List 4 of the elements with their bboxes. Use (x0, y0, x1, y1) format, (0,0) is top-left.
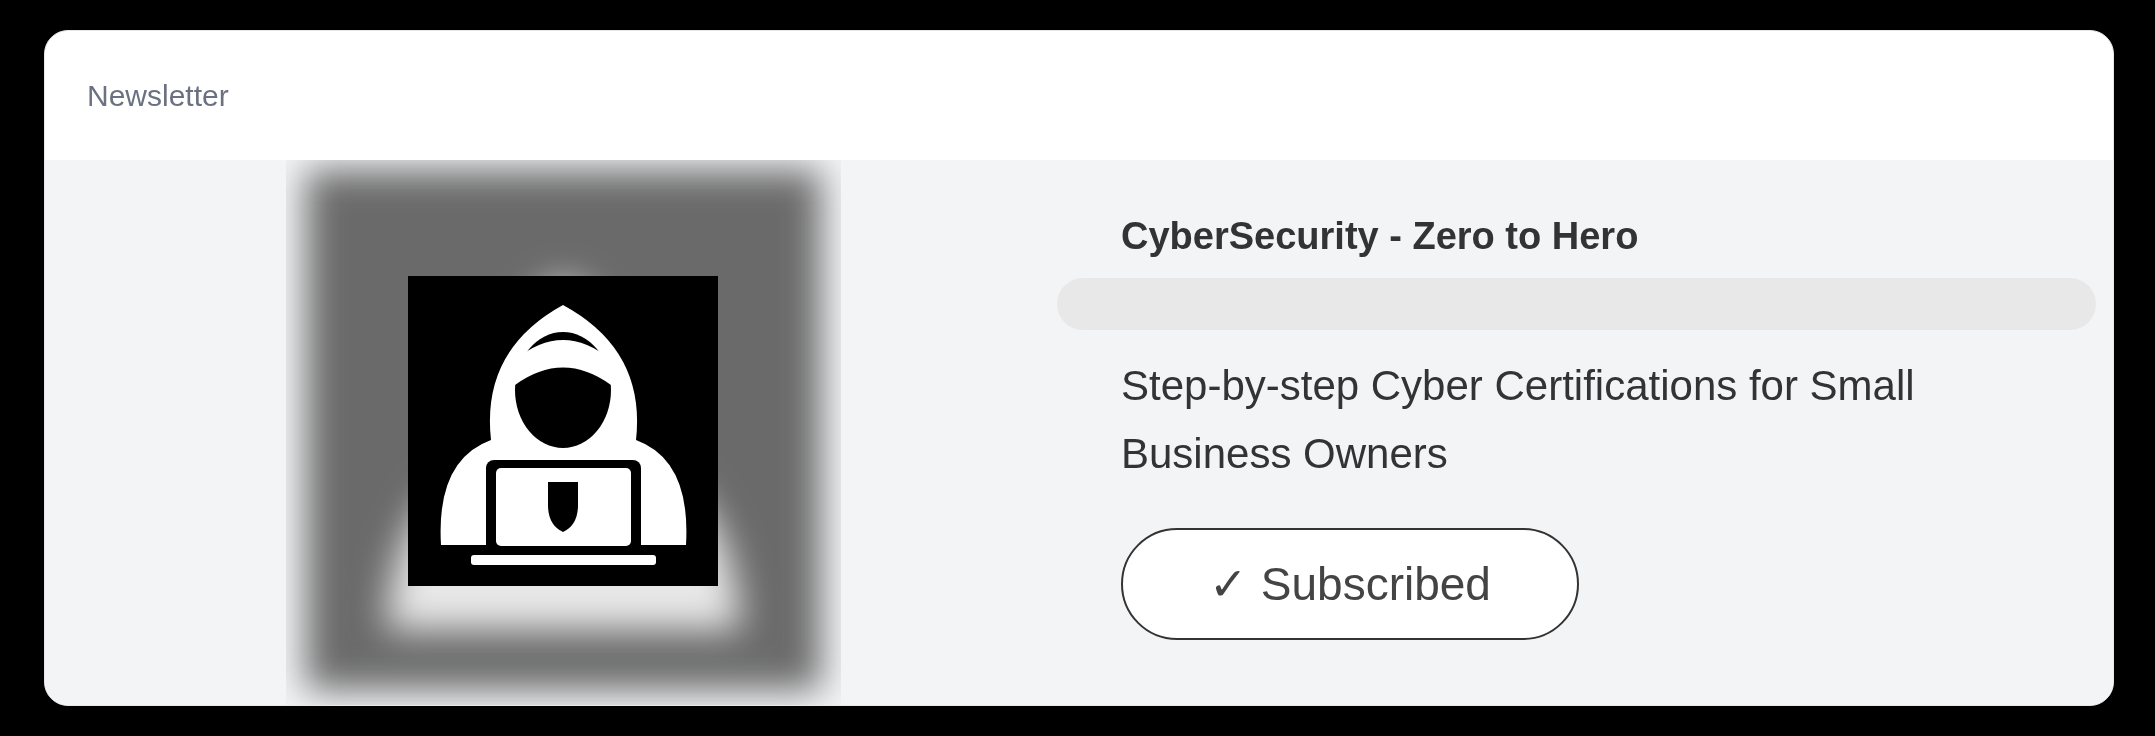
newsletter-description: Step-by-step Cyber Certifications for Small Business Owners (1120, 361, 1916, 479)
newsletter-title: CyberSecurity - Zero to Hero (1120, 214, 1639, 259)
section-title: Newsletter (87, 78, 229, 114)
subscribed-button[interactable]: ✓ Subscribed (1121, 528, 1579, 640)
